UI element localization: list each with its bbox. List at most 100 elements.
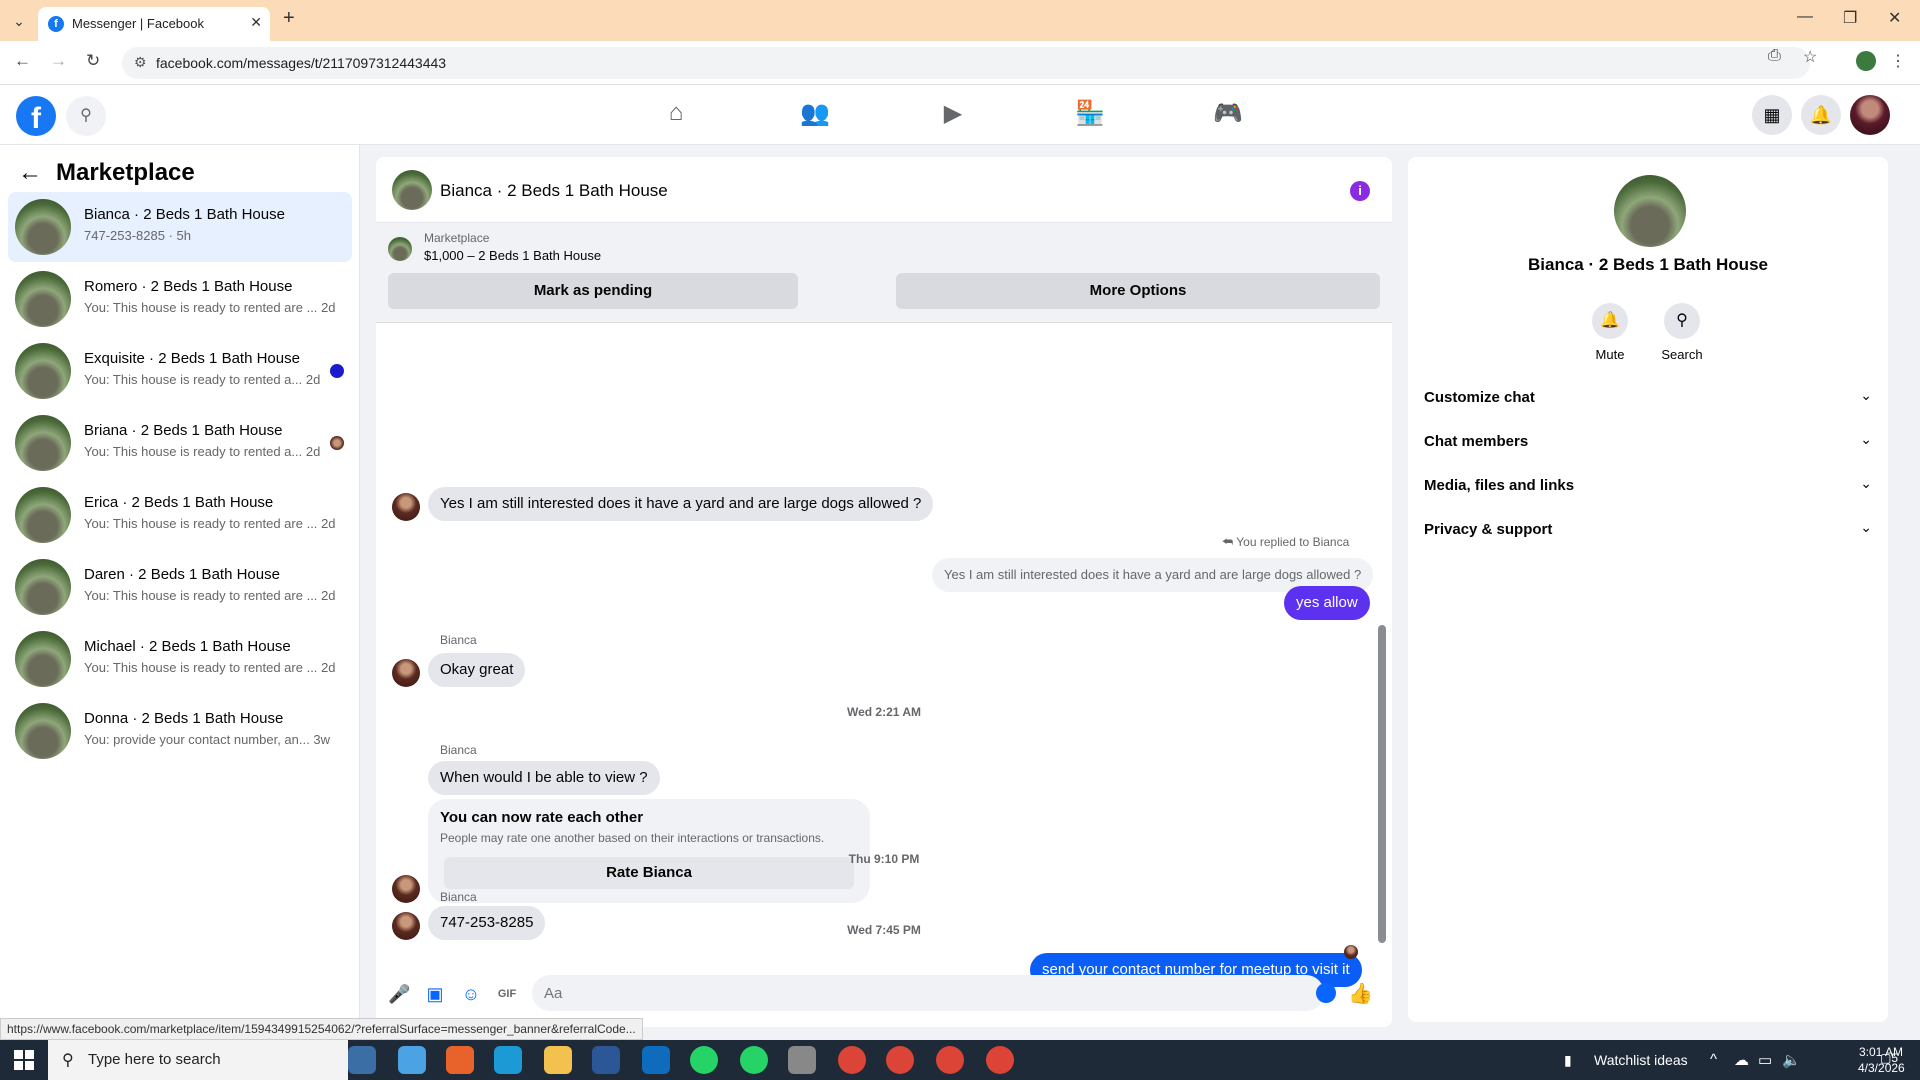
app-icon[interactable] <box>788 1046 816 1074</box>
chrome-app-icon[interactable] <box>936 1046 964 1074</box>
forward-icon[interactable]: → <box>50 51 67 71</box>
unread-dot-icon <box>330 364 344 378</box>
conversation-item[interactable]: Romero · 2 Beds 1 Bath House You: This h… <box>8 264 352 334</box>
whatsapp-business-app-icon[interactable] <box>740 1046 768 1074</box>
media-files-links-section[interactable]: Media, files and links ⌄ <box>1424 469 1872 505</box>
chrome-app-icon[interactable] <box>886 1046 914 1074</box>
customize-chat-section[interactable]: Customize chat ⌄ <box>1424 381 1872 417</box>
microphone-icon[interactable]: 🎤 <box>388 983 410 1005</box>
bookmark-star-icon[interactable]: ☆ <box>1803 47 1817 67</box>
incoming-message: Yes I am still interested does it have a… <box>428 487 934 521</box>
minimize-icon[interactable]: — <box>1797 8 1813 26</box>
tray-overflow-icon[interactable]: ^ <box>1710 1051 1717 1068</box>
marketplace-icon[interactable]: 🏪 <box>1072 99 1108 131</box>
like-thumb-icon[interactable]: 👍 <box>1348 983 1373 1005</box>
window-close-icon[interactable]: ✕ <box>1888 8 1901 28</box>
details-title: Bianca · 2 Beds 1 Bath House <box>1528 255 1768 274</box>
taskbar-search[interactable]: ⚲ Type here to search <box>48 1040 348 1080</box>
sticker-icon[interactable]: ☺ <box>460 983 482 1005</box>
url-text: facebook.com/messages/t/2117097312443443 <box>156 55 447 71</box>
url-field[interactable]: ⚙ facebook.com/messages/t/21170973124434… <box>122 47 1810 79</box>
browser-menu-icon[interactable]: ⋮ <box>1890 51 1906 71</box>
more-options-button[interactable]: More Options <box>896 273 1380 309</box>
details-thumbnail[interactable] <box>1614 175 1686 247</box>
chat-scrollbar[interactable] <box>1378 327 1386 947</box>
chat-details-panel: Bianca · 2 Beds 1 Bath House 🔔 Mute ⚲ Se… <box>1408 157 1888 1022</box>
tab-search-chevron-icon[interactable]: ⌄ <box>8 10 30 32</box>
mute-button[interactable]: 🔔 Mute <box>1578 303 1642 362</box>
scrollbar-thumb[interactable] <box>1378 625 1386 943</box>
back-icon[interactable]: ← <box>14 51 31 71</box>
search-icon[interactable]: ⚲ <box>66 96 106 136</box>
conversation-name: Exquisite · 2 Beds 1 Bath House <box>84 350 300 367</box>
tab-close-icon[interactable]: ✕ <box>250 14 262 31</box>
notifications-icon[interactable]: ▢5 <box>1880 1051 1898 1065</box>
new-tab-icon[interactable]: + <box>283 7 295 30</box>
listing-thumbnail <box>15 343 71 399</box>
emoji-icon[interactable] <box>1316 983 1336 1003</box>
listing-thumbnail[interactable] <box>388 237 412 261</box>
info-icon[interactable]: i <box>1350 181 1370 201</box>
message-input[interactable] <box>532 975 1324 1011</box>
back-arrow-icon[interactable]: ← <box>18 159 42 187</box>
mark-pending-button[interactable]: Mark as pending <box>388 273 798 309</box>
volume-icon[interactable]: 🔈 <box>1782 1051 1801 1069</box>
reload-icon[interactable]: ↻ <box>86 51 100 71</box>
conversation-item[interactable]: Exquisite · 2 Beds 1 Bath House You: Thi… <box>8 336 352 406</box>
windows-start-icon[interactable] <box>14 1050 34 1070</box>
edge-app-icon[interactable] <box>494 1046 522 1074</box>
menu-grid-icon[interactable]: ▦ <box>1752 95 1792 135</box>
notifications-bell-icon[interactable]: 🔔 <box>1801 95 1841 135</box>
chrome-app-icon[interactable] <box>986 1046 1014 1074</box>
home-icon[interactable]: ⌂ <box>658 99 694 131</box>
chat-thumbnail[interactable] <box>392 170 432 210</box>
task-view-icon[interactable] <box>348 1046 376 1074</box>
outgoing-message: yes allow <box>1284 586 1370 620</box>
stock-widget-icon[interactable]: ▮ <box>1564 1052 1572 1069</box>
chrome-app-icon[interactable] <box>838 1046 866 1074</box>
listing-thumbnail <box>15 487 71 543</box>
conversation-item[interactable]: Daren · 2 Beds 1 Bath House You: This ho… <box>8 552 352 622</box>
incoming-message: 747-253-8285 <box>428 906 546 940</box>
gif-icon[interactable]: GIF <box>496 983 518 1005</box>
notepad-app-icon[interactable] <box>398 1046 426 1074</box>
widget-label[interactable]: Watchlist ideas <box>1594 1052 1688 1068</box>
conversation-item[interactable]: Erica · 2 Beds 1 Bath House You: This ho… <box>8 480 352 550</box>
replied-tag: ⮪ You replied to Bianca <box>1222 535 1350 549</box>
facebook-logo-icon[interactable]: f <box>16 96 56 136</box>
friends-icon[interactable]: 👥 <box>797 99 833 131</box>
browser-tab[interactable]: f Messenger | Facebook ✕ <box>38 7 270 41</box>
conversation-item[interactable]: Donna · 2 Beds 1 Bath House You: provide… <box>8 696 352 766</box>
firefox-app-icon[interactable] <box>446 1046 474 1074</box>
browser-profile-avatar[interactable] <box>1856 51 1876 71</box>
listing-thumbnail <box>15 271 71 327</box>
network-icon[interactable]: ☁ <box>1734 1051 1749 1069</box>
restore-icon[interactable]: ❐ <box>1843 8 1857 28</box>
search-conversation-button[interactable]: ⚲ Search <box>1650 303 1714 362</box>
conversation-name: Donna · 2 Beds 1 Bath House <box>84 710 284 727</box>
browser-tabstrip: ⌄ f Messenger | Facebook ✕ + — ❐ ✕ <box>0 0 1920 41</box>
conversation-item[interactable]: Briana · 2 Beds 1 Bath House You: This h… <box>8 408 352 478</box>
gaming-icon[interactable]: 🎮 <box>1210 99 1246 131</box>
photo-icon[interactable]: ▣ <box>424 983 446 1005</box>
video-icon[interactable]: ▶ <box>935 99 971 131</box>
chat-members-section[interactable]: Chat members ⌄ <box>1424 425 1872 461</box>
site-info-icon[interactable]: ⚙ <box>134 54 147 71</box>
rating-card: You can now rate each other People may r… <box>428 799 870 903</box>
conversation-item[interactable]: Michael · 2 Beds 1 Bath House You: This … <box>8 624 352 694</box>
install-app-icon[interactable]: ⎙ <box>1768 47 1781 65</box>
privacy-support-section[interactable]: Privacy & support ⌄ <box>1424 513 1872 549</box>
conversation-name: Daren · 2 Beds 1 Bath House <box>84 566 280 583</box>
listing-title[interactable]: $1,000 – 2 Beds 1 Bath House <box>424 248 601 263</box>
outlook-app-icon[interactable] <box>642 1046 670 1074</box>
conversation-item[interactable]: Bianca · 2 Beds 1 Bath House 747-253-828… <box>8 192 352 262</box>
chat-title[interactable]: Bianca · 2 Beds 1 Bath House <box>440 181 668 201</box>
store-app-icon[interactable] <box>592 1046 620 1074</box>
file-explorer-icon[interactable] <box>544 1046 572 1074</box>
whatsapp-app-icon[interactable] <box>690 1046 718 1074</box>
status-url-tooltip: https://www.facebook.com/marketplace/ite… <box>0 1018 643 1040</box>
seen-avatar <box>330 436 344 450</box>
listing-thumbnail <box>15 415 71 471</box>
display-icon[interactable]: ▭ <box>1758 1051 1772 1069</box>
account-avatar[interactable] <box>1850 95 1890 135</box>
